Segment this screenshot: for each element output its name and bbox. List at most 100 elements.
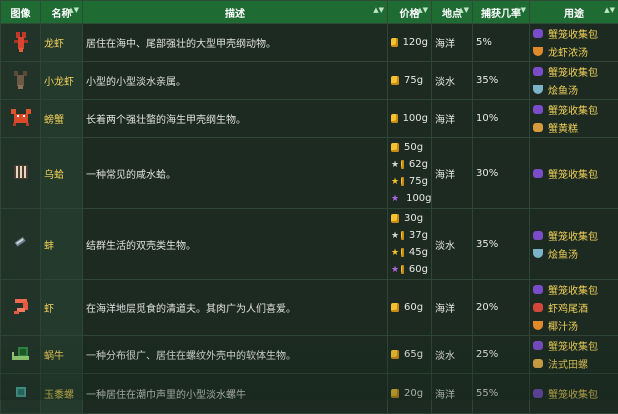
- price-value: 60g: [409, 264, 428, 275]
- sort-icon[interactable]: ▲▼: [373, 6, 384, 14]
- crab-cake-icon: [533, 123, 543, 132]
- item-description: 一种分布很广、居住在螺纹外壳中的软体生物。: [83, 336, 388, 374]
- item-image-cell[interactable]: [1, 100, 41, 138]
- item-catch-rate: 35%: [473, 209, 530, 280]
- item-price-cell: 100g: [388, 100, 432, 138]
- item-uses-cell: 蟹笼收集包虾鸡尾酒椰汁汤: [530, 280, 618, 336]
- use-link[interactable]: 蟹笼收集包: [533, 226, 615, 244]
- periwinkle-icon: [8, 379, 34, 405]
- header-name[interactable]: 名称▲▼: [41, 1, 83, 24]
- item-description: 结群生活的双壳类生物。: [83, 209, 388, 280]
- use-label: 蟹笼收集包: [548, 282, 598, 297]
- gold-coin-icon: [391, 303, 399, 312]
- item-price-cell: 120g: [388, 24, 432, 62]
- chowder-bowl-icon: [533, 85, 543, 94]
- bundle-bag-icon: [533, 67, 543, 76]
- gold-coin-icon: [401, 265, 404, 274]
- bundle-bag-icon: [533, 389, 543, 398]
- shrimp-icon: [8, 293, 34, 319]
- price-line: 50g: [391, 139, 428, 156]
- use-link[interactable]: 蟹笼收集包: [533, 101, 615, 119]
- header-catch-rate[interactable]: 捕获几率▲▼: [473, 1, 530, 24]
- table-row: 蚌结群生活的双壳类生物。30g★37g★45g★60g淡水35%蟹笼收集包烩鱼汤: [1, 209, 618, 280]
- item-uses-cell: 蟹笼收集包烩鱼汤: [530, 209, 618, 280]
- item-name-link[interactable]: 蚌: [41, 209, 83, 280]
- item-name-link[interactable]: 乌蛤: [41, 138, 83, 209]
- item-catch-rate: 55%: [473, 374, 530, 414]
- item-image-cell[interactable]: [1, 62, 41, 100]
- use-link[interactable]: 蟹笼收集包: [533, 337, 615, 355]
- table-row: 乌蛤一种常见的咸水蛤。50g★62g★75g★100g海洋30%蟹笼收集包: [1, 138, 618, 209]
- use-link[interactable]: 烩鱼汤: [533, 81, 615, 99]
- use-link[interactable]: 蟹笼收集包: [533, 281, 615, 299]
- item-name-link[interactable]: 龙虾: [41, 24, 83, 62]
- price-value: 75g: [404, 75, 423, 86]
- item-name-link[interactable]: 虾: [41, 280, 83, 336]
- iridium-star-icon: ★: [391, 194, 399, 204]
- use-link[interactable]: 蟹黄糕: [533, 119, 615, 137]
- price-line: 30g: [391, 210, 428, 227]
- item-image-cell[interactable]: [1, 138, 41, 209]
- header-uses-label: 用途: [564, 9, 584, 20]
- use-link[interactable]: 烩鱼汤: [533, 244, 615, 262]
- header-desc[interactable]: 描述 ▲▼: [83, 1, 388, 24]
- sort-icon[interactable]: ▲▼: [604, 6, 615, 14]
- use-label: 龙虾浓汤: [548, 44, 588, 59]
- gold-coin-icon: [391, 143, 399, 152]
- soup-bowl-icon: [533, 47, 543, 56]
- item-image-cell[interactable]: [1, 24, 41, 62]
- item-location: 淡水: [432, 209, 473, 280]
- item-price-cell: 20g: [388, 374, 432, 414]
- price-line: ★45g: [391, 244, 428, 261]
- use-label: 烩鱼汤: [548, 246, 578, 261]
- item-name-link[interactable]: 螃蟹: [41, 100, 83, 138]
- price-line: 120g: [391, 34, 428, 51]
- item-location: 淡水: [432, 62, 473, 100]
- use-link[interactable]: 龙虾浓汤: [533, 43, 615, 61]
- item-image-cell[interactable]: [1, 280, 41, 336]
- item-catch-rate: 35%: [473, 62, 530, 100]
- header-location[interactable]: 地点▲▼: [432, 1, 473, 24]
- sort-icon[interactable]: ▲▼: [417, 6, 428, 14]
- gold-coin-icon: [401, 160, 404, 169]
- item-uses-cell: 蟹笼收集包龙虾浓汤: [530, 24, 618, 62]
- use-link[interactable]: 虾鸡尾酒: [533, 299, 615, 317]
- sort-icon[interactable]: ▲▼: [515, 6, 526, 14]
- item-location: 海洋: [432, 138, 473, 209]
- price-value: 60g: [404, 302, 423, 313]
- price-value: 37g: [409, 230, 428, 241]
- item-image-cell[interactable]: [1, 209, 41, 280]
- item-name-link[interactable]: 玉黍螺: [41, 374, 83, 414]
- table-row: 玉黍螺一种居住在潮巾声里的小型淡水螺牛20g海洋55%蟹笼收集包: [1, 374, 618, 414]
- item-image-cell[interactable]: [1, 374, 41, 414]
- header-uses[interactable]: 用途 ▲▼: [530, 1, 618, 24]
- price-line: 100g: [391, 110, 428, 127]
- gold-coin-icon: [391, 38, 398, 47]
- gold-coin-icon: [391, 214, 399, 223]
- use-link[interactable]: 蟹笼收集包: [533, 63, 615, 81]
- bundle-bag-icon: [533, 105, 543, 114]
- price-value: 50g: [404, 142, 423, 153]
- gold-coin-icon: [391, 114, 398, 123]
- use-link[interactable]: 法式田螺: [533, 355, 615, 373]
- item-description: 一种常见的咸水蛤。: [83, 138, 388, 209]
- use-label: 烩鱼汤: [548, 82, 578, 97]
- use-label: 蟹笼收集包: [548, 228, 598, 243]
- item-price-cell: 75g: [388, 62, 432, 100]
- item-location: 淡水: [432, 336, 473, 374]
- silver-star-icon: ★: [391, 231, 399, 241]
- sort-icon[interactable]: ▲▼: [68, 6, 79, 14]
- item-image-cell[interactable]: [1, 336, 41, 374]
- use-link[interactable]: 蟹笼收集包: [533, 25, 615, 43]
- item-name-link[interactable]: 蜗牛: [41, 336, 83, 374]
- price-line: ★75g: [391, 173, 428, 190]
- item-name-link[interactable]: 小龙虾: [41, 62, 83, 100]
- item-uses-cell: 蟹笼收集包: [530, 138, 618, 209]
- header-price[interactable]: 价格▲▼: [388, 1, 432, 24]
- sort-icon[interactable]: ▲▼: [458, 6, 469, 14]
- bundle-bag-icon: [533, 341, 543, 350]
- header-desc-label: 描述: [225, 9, 245, 20]
- use-link[interactable]: 蟹笼收集包: [533, 164, 615, 182]
- item-uses-cell: 蟹笼收集包蟹黄糕: [530, 100, 618, 138]
- use-link[interactable]: 椰汁汤: [533, 317, 615, 335]
